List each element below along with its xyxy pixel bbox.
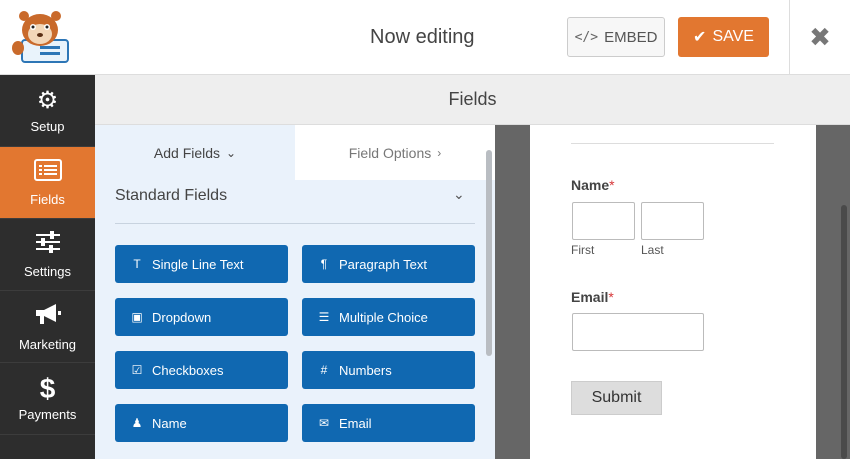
embed-label: EMBED <box>604 28 658 46</box>
submit-button[interactable]: Submit <box>571 381 662 415</box>
field-button-label: Name <box>152 415 187 431</box>
email-button[interactable]: ✉ Email <box>302 404 475 442</box>
field-button-label: Numbers <box>339 362 392 378</box>
field-button-label: Paragraph Text <box>339 256 427 272</box>
sliders-icon <box>35 230 61 259</box>
tab-add-fields[interactable]: Add Fields ⌄ <box>95 125 295 180</box>
single-line-text-button[interactable]: T Single Line Text <box>115 245 288 283</box>
field-button-label: Multiple Choice <box>339 309 428 325</box>
chevron-down-icon: ⌄ <box>226 145 237 160</box>
panel-scrollbar[interactable] <box>486 150 492 356</box>
fields-header: Fields <box>95 75 850 125</box>
form-divider <box>571 143 774 144</box>
dropdown-button[interactable]: ▣ Dropdown <box>115 298 288 336</box>
tab-label: Field Options <box>348 144 432 161</box>
embed-button[interactable]: </> EMBED <box>567 17 665 57</box>
close-icon: ✖ <box>809 22 831 53</box>
panel-tabs: Add Fields ⌄ Field Options › <box>95 125 495 180</box>
field-button-label: Email <box>339 415 372 431</box>
nav-item-payments[interactable]: $ Payments <box>0 363 95 435</box>
list-icon <box>33 158 62 187</box>
gear-icon: ⚙ <box>36 86 59 114</box>
nav-item-setup[interactable]: ⚙ Setup <box>0 75 95 147</box>
nav-label: Settings <box>24 263 71 279</box>
nav-label: Payments <box>18 406 77 422</box>
dropdown-icon: ▣ <box>131 310 143 324</box>
last-name-input[interactable] <box>641 202 704 240</box>
user-icon: ♟ <box>131 416 143 430</box>
code-icon: </> <box>574 29 599 45</box>
chevron-right-icon: › <box>437 145 442 160</box>
paragraph-text-button[interactable]: ¶ Paragraph Text <box>302 245 475 283</box>
field-button-label: Checkboxes <box>152 362 224 378</box>
checkbox-icon: ☑ <box>131 363 143 377</box>
multiple-choice-button[interactable]: ☰ Multiple Choice <box>302 298 475 336</box>
field-button-label: Dropdown <box>152 309 212 325</box>
top-bar: Now editing </> EMBED ✔ SAVE ✖ <box>0 0 850 75</box>
required-mark: * <box>608 289 614 305</box>
nav-item-marketing[interactable]: Marketing <box>0 291 95 363</box>
checkboxes-button[interactable]: ☑ Checkboxes <box>115 351 288 389</box>
preview-scrollbar[interactable] <box>841 205 847 459</box>
field-button-label: Single Line Text <box>152 256 244 272</box>
email-input[interactable] <box>572 313 704 351</box>
numbers-button[interactable]: # Numbers <box>302 351 475 389</box>
nav-label: Fields <box>30 191 65 207</box>
hash-icon: # <box>320 363 328 377</box>
nav-label: Setup <box>30 118 65 134</box>
nav-item-settings[interactable]: Settings <box>0 219 95 291</box>
tab-field-options[interactable]: Field Options › <box>295 125 495 180</box>
nav-item-fields[interactable]: Fields <box>0 147 95 219</box>
section-divider <box>115 223 475 224</box>
nav-label: Marketing <box>18 336 77 352</box>
first-name-input[interactable] <box>572 202 635 240</box>
section-title: Standard Fields <box>115 187 228 204</box>
dollar-icon: $ <box>39 372 56 404</box>
list-icon: ☰ <box>318 310 330 324</box>
wpforms-logo <box>10 10 70 64</box>
envelope-icon: ✉ <box>318 416 330 430</box>
first-sublabel: First <box>571 243 595 257</box>
last-sublabel: Last <box>641 243 664 257</box>
checkmark-icon: ✔ <box>693 29 707 46</box>
fields-panel: Add Fields ⌄ Field Options › Standard Fi… <box>95 125 495 459</box>
page-title: Now editing <box>370 26 475 48</box>
megaphone-icon <box>34 302 62 332</box>
chevron-down-icon[interactable]: ⌄ <box>453 187 465 203</box>
left-nav: ⚙ Setup Fields Settings Marketing $ Paym… <box>0 75 95 459</box>
save-label: SAVE <box>712 28 754 45</box>
tab-label: Add Fields <box>153 144 221 161</box>
required-mark: * <box>609 177 615 193</box>
paragraph-icon: ¶ <box>320 257 328 271</box>
close-button[interactable]: ✖ <box>789 0 850 75</box>
save-button[interactable]: ✔ SAVE <box>678 17 769 57</box>
text-icon: T <box>133 257 141 271</box>
name-button[interactable]: ♟ Name <box>115 404 288 442</box>
name-field-label[interactable]: Name* <box>571 177 615 193</box>
email-field-label[interactable]: Email* <box>571 289 614 305</box>
